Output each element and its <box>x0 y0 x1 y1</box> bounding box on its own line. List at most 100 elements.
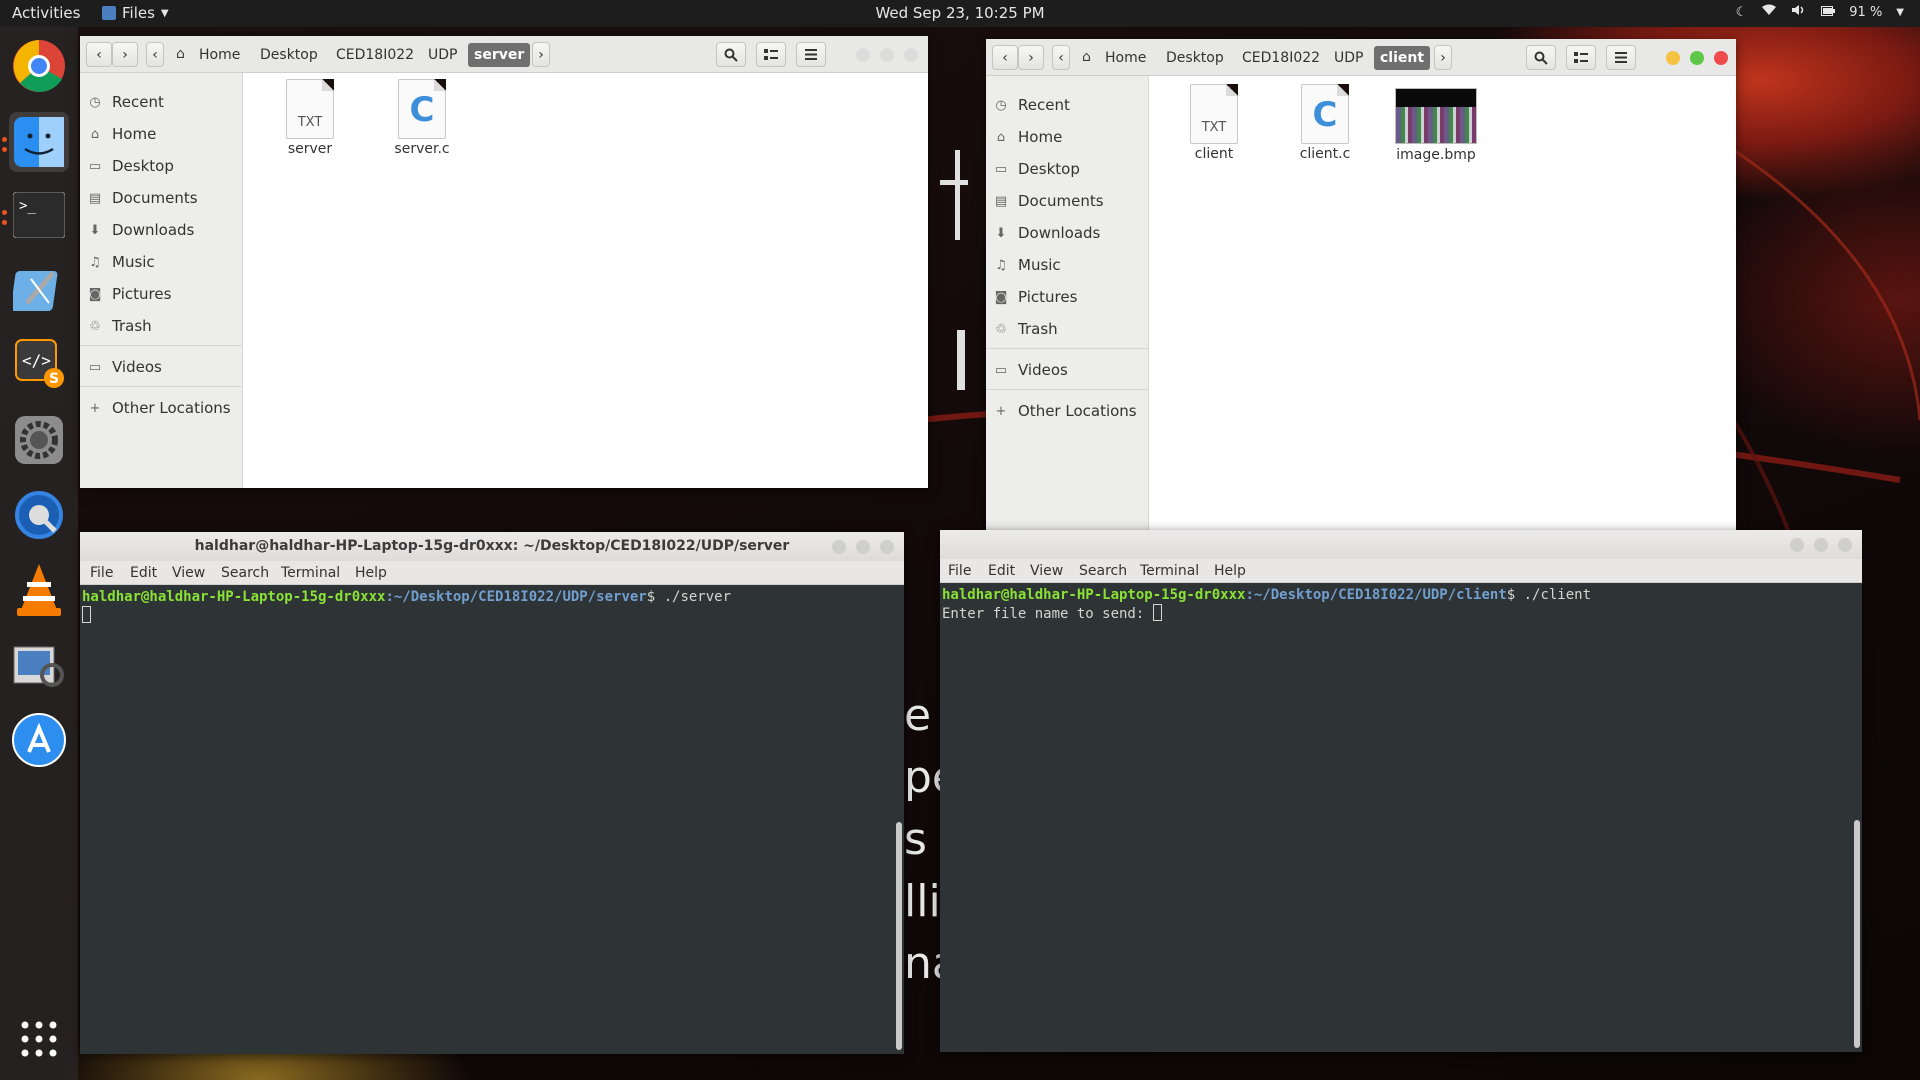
menu-view[interactable]: View <box>172 565 205 581</box>
chrome-icon[interactable] <box>9 36 69 96</box>
breadcrumb-client[interactable]: client <box>1374 46 1431 70</box>
clock[interactable]: Wed Sep 23, 10:25 PM <box>0 4 1920 22</box>
maximize-button[interactable] <box>880 48 894 62</box>
sidebar-item-documents[interactable]: ▤ Documents <box>88 185 198 211</box>
close-button[interactable] <box>904 48 918 62</box>
sidebar-item-trash[interactable]: ♲ Trash <box>88 313 151 339</box>
breadcrumb-right-arrow[interactable]: › <box>532 42 550 67</box>
search-button[interactable] <box>1526 45 1556 70</box>
preview-icon[interactable] <box>9 635 69 695</box>
app-store-icon[interactable] <box>9 710 69 770</box>
sidebar-item-recent[interactable]: ◷ Recent <box>994 92 1070 118</box>
menu-button[interactable] <box>796 42 826 67</box>
menu-file[interactable]: File <box>90 565 113 581</box>
finder-icon[interactable] <box>9 112 69 172</box>
sidebar-item-pictures[interactable]: ◙ Pictures <box>88 281 172 307</box>
sidebar-item-videos[interactable]: ▭ Videos <box>994 357 1068 383</box>
sidebar-item-other-locations[interactable]: + Other Locations <box>88 395 231 421</box>
minimize-button[interactable] <box>1666 51 1680 65</box>
quicktime-icon[interactable] <box>9 485 69 545</box>
maximize-button[interactable] <box>1814 538 1828 552</box>
sidebar-item-recent[interactable]: ◷ Recent <box>88 89 164 115</box>
menu-help[interactable]: Help <box>1214 563 1246 579</box>
xcode-icon[interactable] <box>9 259 69 319</box>
menu-file[interactable]: File <box>948 563 971 579</box>
show-apps-icon[interactable] <box>9 1009 69 1069</box>
maximize-button[interactable] <box>1690 51 1704 65</box>
view-toggle-button[interactable] <box>756 42 786 67</box>
menu-terminal[interactable]: Terminal <box>1140 563 1199 579</box>
breadcrumb-left-arrow[interactable]: ‹ <box>1052 45 1070 70</box>
sidebar-item-label: Music <box>1018 256 1061 274</box>
minimize-button[interactable] <box>856 48 870 62</box>
sidebar-item-label: Recent <box>1018 96 1070 114</box>
chevron-left-icon: ‹ <box>1058 49 1064 66</box>
forward-button[interactable]: › <box>112 42 138 67</box>
breadcrumb-udp[interactable]: UDP <box>422 43 463 67</box>
sidebar-item-pictures[interactable]: ◙ Pictures <box>994 284 1078 310</box>
minimize-button[interactable] <box>832 540 846 554</box>
breadcrumb-ced18i022[interactable]: CED18I022 <box>1236 46 1326 70</box>
sidebar-item-label: Home <box>112 125 157 143</box>
sidebar-item-desktop[interactable]: ▭ Desktop <box>88 153 174 179</box>
forward-button[interactable]: › <box>1018 45 1044 70</box>
sidebar-item-other-locations[interactable]: + Other Locations <box>994 398 1137 424</box>
breadcrumb-left-arrow[interactable]: ‹ <box>146 42 164 67</box>
file-item[interactable]: C client.c <box>1280 84 1370 162</box>
maximize-button[interactable] <box>856 540 870 554</box>
command-text: $ ./client <box>1506 587 1592 603</box>
running-indicator <box>2 147 7 152</box>
breadcrumb-ced18i022[interactable]: CED18I022 <box>330 43 420 67</box>
system-tray[interactable]: ☾ 91 % ▼ <box>1736 4 1904 20</box>
close-button[interactable] <box>1838 538 1852 552</box>
terminal-scrollbar[interactable] <box>896 822 902 1050</box>
back-button[interactable]: ‹ <box>86 42 112 67</box>
sidebar-item-home[interactable]: ⌂ Home <box>88 121 156 147</box>
menu-button[interactable] <box>1606 45 1636 70</box>
sidebar-item-trash[interactable]: ♲ Trash <box>994 316 1057 342</box>
terminal-screen[interactable]: haldhar@haldhar-HP-Laptop-15g-dr0xxx:~/D… <box>80 585 904 1054</box>
terminal-screen[interactable]: haldhar@haldhar-HP-Laptop-15g-dr0xxx:~/D… <box>940 583 1862 1052</box>
minimize-button[interactable] <box>1790 538 1804 552</box>
back-button[interactable]: ‹ <box>992 45 1018 70</box>
terminal-scrollbar[interactable] <box>1854 820 1860 1048</box>
file-item[interactable]: TXT client <box>1169 84 1259 162</box>
breadcrumb-home[interactable]: Home <box>1099 46 1152 70</box>
breadcrumb-server[interactable]: server <box>468 43 531 67</box>
menu-help[interactable]: Help <box>355 565 387 581</box>
view-toggle-button[interactable] <box>1566 45 1596 70</box>
settings-icon[interactable] <box>9 410 69 470</box>
sidebar-item-home[interactable]: ⌂ Home <box>994 124 1062 150</box>
breadcrumb-desktop[interactable]: Desktop <box>1160 46 1230 70</box>
file-item[interactable]: TXT server <box>265 79 355 157</box>
menu-edit[interactable]: Edit <box>988 563 1015 579</box>
sidebar-item-music[interactable]: ♫ Music <box>88 249 155 275</box>
menu-terminal[interactable]: Terminal <box>281 565 340 581</box>
close-button[interactable] <box>1714 51 1728 65</box>
menu-search[interactable]: Search <box>221 565 269 581</box>
breadcrumb-right-arrow[interactable]: › <box>1434 45 1452 70</box>
menu-search[interactable]: Search <box>1079 563 1127 579</box>
file-item[interactable]: image.bmp <box>1382 88 1490 163</box>
menu-edit[interactable]: Edit <box>130 565 157 581</box>
breadcrumb-home[interactable]: Home <box>193 43 246 67</box>
search-button[interactable] <box>716 42 746 67</box>
sublime-icon[interactable]: </> S <box>9 333 69 393</box>
activities-button[interactable]: Activities <box>12 4 80 22</box>
sidebar-item-downloads[interactable]: ⬇ Downloads <box>994 220 1101 246</box>
sidebar-item-documents[interactable]: ▤ Documents <box>994 188 1104 214</box>
sidebar-item-downloads[interactable]: ⬇ Downloads <box>88 217 195 243</box>
vlc-icon[interactable] <box>9 560 69 620</box>
sidebar-item-desktop[interactable]: ▭ Desktop <box>994 156 1080 182</box>
app-menu[interactable]: Files ▼ <box>102 4 169 22</box>
close-button[interactable] <box>880 540 894 554</box>
file-item[interactable]: C server.c <box>377 79 467 157</box>
wallpaper-text-3: s <box>904 814 927 865</box>
breadcrumb-udp[interactable]: UDP <box>1328 46 1369 70</box>
terminal-icon[interactable]: >_ <box>9 185 69 245</box>
sidebar-item-music[interactable]: ♫ Music <box>994 252 1061 278</box>
sidebar-item-label: Recent <box>112 93 164 111</box>
sidebar-item-videos[interactable]: ▭ Videos <box>88 354 162 380</box>
breadcrumb-desktop[interactable]: Desktop <box>254 43 324 67</box>
menu-view[interactable]: View <box>1030 563 1063 579</box>
